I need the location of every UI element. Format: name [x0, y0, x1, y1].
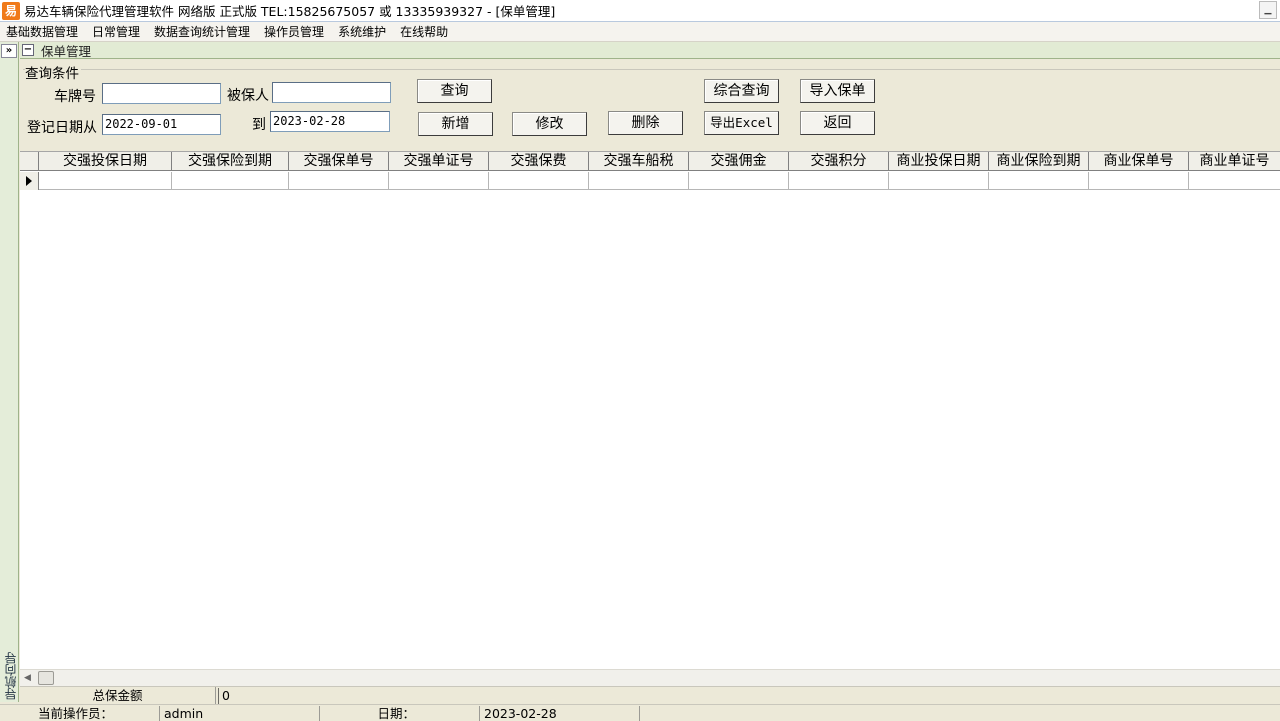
- app-logo-icon: 易: [2, 1, 20, 20]
- date-from-input[interactable]: 2022-09-01: [102, 114, 221, 135]
- column-header[interactable]: 交强投保日期: [39, 152, 172, 171]
- total-amount-label: 总保金额: [20, 687, 216, 705]
- column-header[interactable]: 交强保费: [489, 152, 589, 171]
- totals-bar: 总保金额 0: [20, 686, 1280, 705]
- plate-input[interactable]: [102, 83, 221, 104]
- date-to-label: 到: [252, 117, 266, 133]
- expand-sidebar-button[interactable]: »: [1, 44, 17, 58]
- column-header[interactable]: 商业保险到期: [989, 152, 1089, 171]
- query-area: [20, 59, 1280, 151]
- table-cell[interactable]: [1189, 172, 1280, 190]
- policy-grid[interactable]: 交强投保日期 交强保险到期 交强保单号 交强单证号 交强保费 交强车船税 交强佣…: [20, 151, 1280, 669]
- delete-button[interactable]: 删除: [608, 111, 683, 135]
- panel-title: 保单管理: [41, 43, 92, 59]
- menu-online-help[interactable]: 在线帮助: [393, 23, 455, 40]
- table-cell[interactable]: [289, 172, 389, 190]
- title-bar: 易 易达车辆保险代理管理软件 网络版 正式版 TEL:15825675057 或…: [0, 0, 1280, 22]
- column-header[interactable]: 商业单证号: [1189, 152, 1280, 171]
- menu-basic-data[interactable]: 基础数据管理: [0, 23, 85, 40]
- total-amount-value: 0: [218, 688, 1280, 704]
- back-button[interactable]: 返回: [800, 111, 875, 135]
- column-header[interactable]: 交强积分: [789, 152, 889, 171]
- grid-header: 交强投保日期 交强保险到期 交强保单号 交强单证号 交强保费 交强车船税 交强佣…: [20, 152, 1280, 171]
- menu-operator[interactable]: 操作员管理: [257, 23, 331, 40]
- current-row-arrow-icon: [26, 176, 32, 186]
- operator-label: 当前操作员：: [0, 706, 160, 721]
- table-cell[interactable]: [689, 172, 789, 190]
- table-cell[interactable]: [589, 172, 689, 190]
- table-cell[interactable]: [889, 172, 989, 190]
- column-header[interactable]: 商业保单号: [1089, 152, 1189, 171]
- column-header[interactable]: 交强单证号: [389, 152, 489, 171]
- table-cell[interactable]: [1089, 172, 1189, 190]
- column-header[interactable]: 商业投保日期: [889, 152, 989, 171]
- scroll-left-icon[interactable]: ◀: [24, 673, 31, 683]
- panel-header: − 保单管理: [20, 42, 1280, 59]
- scroll-thumb[interactable]: [38, 671, 54, 685]
- date-from-label: 登记日期从: [27, 120, 97, 136]
- nav-wizard-tab[interactable]: 导航向导: [2, 652, 18, 700]
- table-row[interactable]: [20, 172, 1280, 190]
- table-cell[interactable]: [389, 172, 489, 190]
- status-bar: 当前操作员： admin 日期： 2023-02-28: [0, 704, 1280, 721]
- export-excel-button[interactable]: 导出Excel: [704, 111, 779, 135]
- window-control-icon[interactable]: ▁: [1259, 1, 1277, 19]
- add-button[interactable]: 新增: [418, 112, 493, 136]
- search-button[interactable]: 查询: [417, 79, 492, 103]
- combined-search-button[interactable]: 综合查询: [704, 79, 779, 103]
- plate-label: 车牌号: [54, 89, 96, 105]
- window-title: 易达车辆保险代理管理软件 网络版 正式版 TEL:15825675057 或 1…: [24, 4, 556, 19]
- column-header[interactable]: 交强保险到期: [172, 152, 289, 171]
- menu-daily[interactable]: 日常管理: [85, 23, 147, 40]
- table-cell[interactable]: [489, 172, 589, 190]
- nav-sidebar: » 导航向导: [0, 42, 19, 702]
- edit-button[interactable]: 修改: [512, 112, 587, 136]
- insured-input[interactable]: [272, 82, 391, 103]
- query-groupbox: [23, 69, 1280, 149]
- table-cell[interactable]: [989, 172, 1089, 190]
- table-cell[interactable]: [789, 172, 889, 190]
- date-to-input[interactable]: 2023-02-28: [270, 111, 390, 132]
- grid-corner: [20, 152, 39, 171]
- horizontal-scrollbar[interactable]: ◀: [20, 669, 1280, 686]
- operator-value: admin: [162, 706, 320, 721]
- date-label: 日期：: [322, 706, 480, 721]
- column-header[interactable]: 交强车船税: [589, 152, 689, 171]
- menu-bar: 基础数据管理 日常管理 数据查询统计管理 操作员管理 系统维护 在线帮助: [0, 22, 1280, 42]
- row-indicator[interactable]: [20, 172, 39, 190]
- collapse-panel-icon[interactable]: −: [22, 44, 34, 56]
- column-header[interactable]: 交强佣金: [689, 152, 789, 171]
- date-value: 2023-02-28: [482, 706, 640, 721]
- table-cell[interactable]: [39, 172, 172, 190]
- import-policy-button[interactable]: 导入保单: [800, 79, 875, 103]
- insured-label: 被保人: [227, 88, 269, 104]
- table-cell[interactable]: [172, 172, 289, 190]
- query-group-title: 查询条件: [25, 62, 81, 82]
- menu-data-query-stats[interactable]: 数据查询统计管理: [147, 23, 257, 40]
- menu-system[interactable]: 系统维护: [331, 23, 393, 40]
- column-header[interactable]: 交强保单号: [289, 152, 389, 171]
